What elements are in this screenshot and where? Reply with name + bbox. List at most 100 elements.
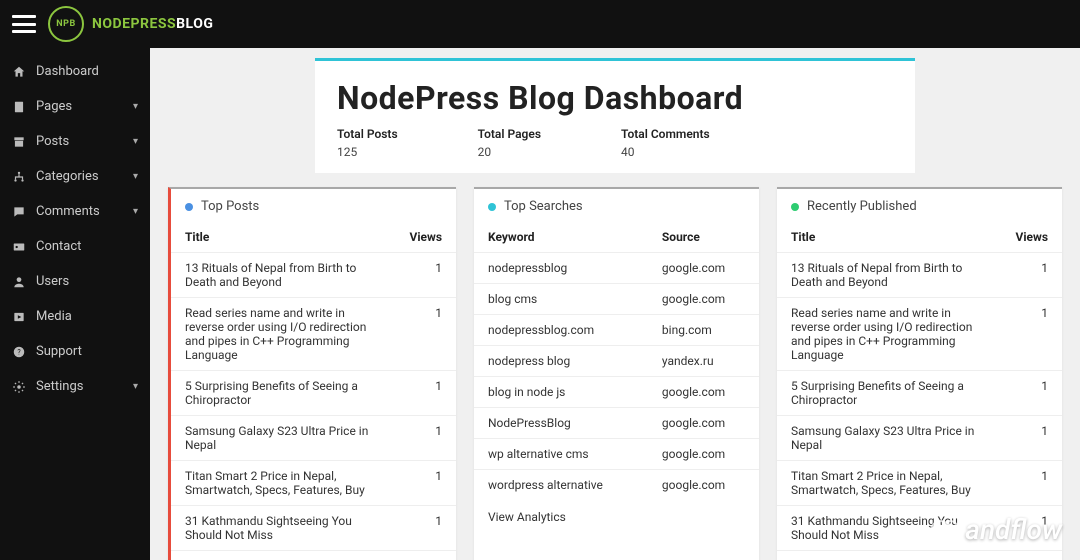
- cell-keyword: blog in node js: [474, 377, 648, 408]
- col-views: Views: [396, 222, 456, 253]
- sidebar-item-settings[interactable]: Settings ▾: [0, 369, 150, 404]
- cell-title: Read series name and write in reverse or…: [171, 298, 396, 371]
- menu-toggle-button[interactable]: [12, 15, 36, 33]
- hero-card: NodePress Blog Dashboard Total Posts125T…: [315, 58, 915, 173]
- view-analytics-link[interactable]: View Analytics: [474, 500, 759, 534]
- sidebar-item-pages[interactable]: Pages ▾: [0, 89, 150, 124]
- table-row[interactable]: nodepress blogyandex.ru: [474, 346, 759, 377]
- stat-block: Total Posts125: [337, 127, 398, 159]
- table-row[interactable]: NodePressBloggoogle.com: [474, 408, 759, 439]
- table-row[interactable]: OnePlus TV 65 Q2 Pro Price in Nepal, Ful…: [171, 551, 456, 560]
- cell-views: 1: [396, 461, 456, 506]
- sidebar-item-label: Comments: [36, 204, 100, 219]
- cell-keyword: wordpress alternative: [474, 470, 648, 501]
- user-icon: [12, 275, 26, 289]
- col-views: Views: [1002, 222, 1062, 253]
- table-row[interactable]: wp alternative cmsgoogle.com: [474, 439, 759, 470]
- circle-icon: [791, 203, 799, 211]
- card-title: Recently Published: [807, 199, 917, 214]
- cell-views: 1: [396, 298, 456, 371]
- table-row[interactable]: Read series name and write in reverse or…: [171, 298, 456, 371]
- table-row[interactable]: Samsung Galaxy S23 Ultra Price in Nepal1: [777, 416, 1062, 461]
- cell-keyword: NodePressBlog: [474, 408, 648, 439]
- table-row[interactable]: OnePlus TV 65 Q2 Pro Price in Nepal, Ful…: [777, 551, 1062, 560]
- media-icon: [12, 310, 26, 324]
- cell-title: Read series name and write in reverse or…: [777, 298, 1002, 371]
- cell-views: 1: [1002, 371, 1062, 416]
- table-row[interactable]: blog cmsgoogle.com: [474, 284, 759, 315]
- cell-title: 5 Surprising Benefits of Seeing a Chirop…: [171, 371, 396, 416]
- wechat-icon: [931, 520, 959, 540]
- chevron-down-icon: ▾: [133, 101, 138, 112]
- top-searches-table: KeywordSourcenodepressbloggoogle.comblog…: [474, 222, 759, 500]
- chat-icon: [12, 205, 26, 219]
- card-title: Top Searches: [504, 199, 583, 214]
- table-row[interactable]: Titan Smart 2 Price in Nepal, Smartwatch…: [171, 461, 456, 506]
- sidebar-item-users[interactable]: Users: [0, 264, 150, 299]
- table-row[interactable]: Titan Smart 2 Price in Nepal, Smartwatch…: [777, 461, 1062, 506]
- table-row[interactable]: nodepressbloggoogle.com: [474, 253, 759, 284]
- table-row[interactable]: 5 Surprising Benefits of Seeing a Chirop…: [171, 371, 456, 416]
- home-icon: [12, 65, 26, 79]
- sidebar-item-label: Categories: [36, 169, 99, 184]
- sidebar-item-dashboard[interactable]: Dashboard: [0, 54, 150, 89]
- cell-title: 13 Rituals of Nepal from Birth to Death …: [171, 253, 396, 298]
- cell-views: 1: [396, 253, 456, 298]
- cell-keyword: wp alternative cms: [474, 439, 648, 470]
- cell-title: OnePlus TV 65 Q2 Pro Price in Nepal, Ful…: [777, 551, 1002, 560]
- card-icon: [12, 240, 26, 254]
- stat-block: Total Comments40: [621, 127, 710, 159]
- cell-source: bing.com: [648, 315, 759, 346]
- chevron-down-icon: ▾: [133, 381, 138, 392]
- table-row[interactable]: 13 Rituals of Nepal from Birth to Death …: [171, 253, 456, 298]
- cell-keyword: nodepressblog.com: [474, 315, 648, 346]
- sidebar-item-contact[interactable]: Contact: [0, 229, 150, 264]
- cell-title: OnePlus TV 65 Q2 Pro Price in Nepal, Ful…: [171, 551, 396, 560]
- cell-views: 1: [1002, 253, 1062, 298]
- table-row[interactable]: 5 Surprising Benefits of Seeing a Chirop…: [777, 371, 1062, 416]
- col-title: Title: [777, 222, 1002, 253]
- sidebar-item-label: Settings: [36, 379, 83, 394]
- gear-icon: [12, 380, 26, 394]
- table-row[interactable]: Read series name and write in reverse or…: [777, 298, 1062, 371]
- cell-source: google.com: [648, 408, 759, 439]
- table-row[interactable]: nodepressblog.combing.com: [474, 315, 759, 346]
- table-row[interactable]: 31 Kathmandu Sightseeing You Should Not …: [171, 506, 456, 551]
- brand-logo[interactable]: NPB NODEPRESSBLOG: [48, 6, 213, 42]
- sidebar-item-categories[interactable]: Categories ▾: [0, 159, 150, 194]
- sidebar-item-comments[interactable]: Comments▾: [0, 194, 150, 229]
- cell-title: Samsung Galaxy S23 Ultra Price in Nepal: [171, 416, 396, 461]
- table-row[interactable]: blog in node jsgoogle.com: [474, 377, 759, 408]
- cell-keyword: nodepress blog: [474, 346, 648, 377]
- chevron-down-icon: ▾: [133, 136, 138, 147]
- sidebar-item-label: Pages: [36, 99, 72, 114]
- cell-source: google.com: [648, 439, 759, 470]
- sidebar-item-label: Posts: [36, 134, 69, 149]
- file-icon: [12, 100, 26, 114]
- main-content: NodePress Blog Dashboard Total Posts125T…: [150, 48, 1080, 560]
- recently-published-card: Recently Published TitleViews13 Rituals …: [777, 187, 1062, 560]
- table-row[interactable]: Samsung Galaxy S23 Ultra Price in Nepal1: [171, 416, 456, 461]
- cell-title: Samsung Galaxy S23 Ultra Price in Nepal: [777, 416, 1002, 461]
- sidebar-item-support[interactable]: ?Support: [0, 334, 150, 369]
- cell-views: 1: [396, 371, 456, 416]
- table-row[interactable]: 13 Rituals of Nepal from Birth to Death …: [777, 253, 1062, 298]
- logo-text: NODEPRESSBLOG: [92, 16, 213, 32]
- cell-title: 13 Rituals of Nepal from Birth to Death …: [777, 253, 1002, 298]
- cell-views: 1: [396, 506, 456, 551]
- col-title: Title: [171, 222, 396, 253]
- hero-stats: Total Posts125Total Pages20Total Comment…: [337, 127, 893, 159]
- archive-icon: [12, 135, 26, 149]
- sidebar-item-media[interactable]: Media: [0, 299, 150, 334]
- help-icon: ?: [12, 345, 26, 359]
- sidebar-item-label: Users: [36, 274, 69, 289]
- table-row[interactable]: wordpress alternativegoogle.com: [474, 470, 759, 501]
- search-icon: [488, 203, 496, 211]
- cell-title: 31 Kathmandu Sightseeing You Should Not …: [171, 506, 396, 551]
- cell-title: Titan Smart 2 Price in Nepal, Smartwatch…: [171, 461, 396, 506]
- cell-views: 1: [396, 416, 456, 461]
- recently-published-table: TitleViews13 Rituals of Nepal from Birth…: [777, 222, 1062, 560]
- chevron-down-icon: ▾: [133, 171, 138, 182]
- sidebar-item-posts[interactable]: Posts ▾: [0, 124, 150, 159]
- top-searches-card: Top Searches KeywordSourcenodepressblogg…: [474, 187, 759, 560]
